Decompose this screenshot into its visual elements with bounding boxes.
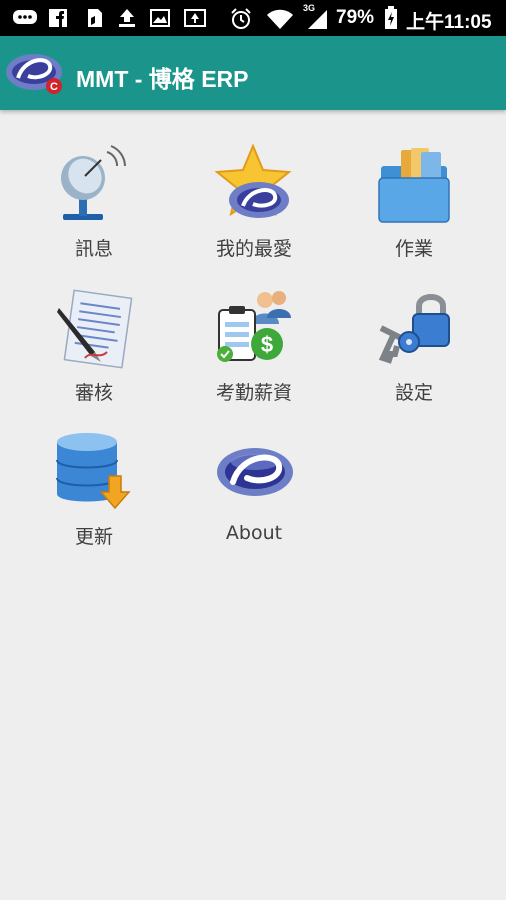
menu-item-label: 審核 bbox=[74, 382, 113, 404]
menu-item-label: 考勤薪資 bbox=[215, 382, 292, 404]
battery-percent: 79% bbox=[336, 7, 375, 28]
menu-item-update[interactable]: 更新 bbox=[24, 432, 164, 562]
alarm-icon bbox=[231, 8, 251, 29]
menu-item-label: 我的最愛 bbox=[215, 238, 292, 260]
lock-keys-icon bbox=[378, 294, 450, 364]
menu-item-label: 更新 bbox=[74, 526, 113, 548]
svg-text:$: $ bbox=[261, 332, 273, 357]
screen-icon bbox=[184, 9, 206, 27]
battery-icon bbox=[385, 6, 397, 29]
facebook-icon bbox=[49, 9, 67, 27]
mmt-logo-icon: C bbox=[6, 54, 62, 94]
satellite-dish-icon bbox=[61, 145, 126, 220]
about-logo-icon bbox=[217, 448, 293, 496]
menu-item-attendance-payroll[interactable]: $ 考勤薪資 bbox=[184, 288, 324, 418]
app-bar: C MMT - 博格 ERP bbox=[0, 36, 506, 110]
payroll-icon: $ bbox=[217, 291, 291, 362]
menu-item-label: 訊息 bbox=[74, 238, 113, 260]
app-title: MMT - 博格 ERP bbox=[76, 66, 249, 92]
network-type: 3G bbox=[303, 3, 316, 13]
menu-item-settings[interactable]: 設定 bbox=[344, 288, 484, 418]
favorite-star-icon bbox=[215, 144, 292, 218]
upload-icon bbox=[119, 9, 135, 27]
menu-item-operations[interactable]: 作業 bbox=[344, 144, 484, 274]
menu-item-messages[interactable]: 訊息 bbox=[24, 144, 164, 274]
database-download-icon bbox=[56, 433, 131, 510]
svg-text:C: C bbox=[50, 81, 58, 93]
status-bar: 3G 79% 上午11:05 bbox=[0, 0, 506, 36]
menu-item-favorites[interactable]: 我的最愛 bbox=[184, 144, 324, 274]
ebook-icon bbox=[88, 9, 102, 27]
image-icon bbox=[150, 9, 170, 27]
folder-icon bbox=[378, 148, 450, 223]
menu-item-label: 設定 bbox=[394, 382, 433, 404]
menu-item-approval[interactable]: 審核 bbox=[24, 288, 164, 418]
chat-icon bbox=[13, 10, 37, 24]
clock: 上午11:05 bbox=[406, 12, 492, 33]
menu-item-label: About bbox=[225, 522, 283, 544]
menu-item-label: 作業 bbox=[394, 238, 433, 260]
document-pen-icon bbox=[57, 289, 133, 369]
menu-item-about[interactable]: About bbox=[184, 432, 324, 562]
wifi-icon bbox=[267, 9, 293, 29]
